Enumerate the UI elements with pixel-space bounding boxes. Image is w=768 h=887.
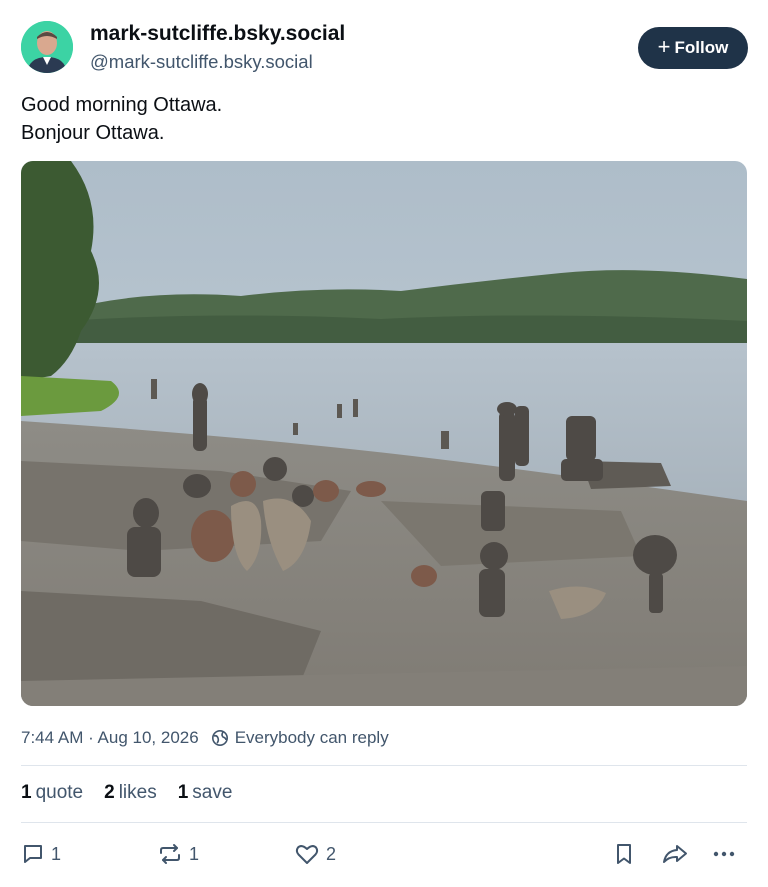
divider [21, 822, 747, 823]
handle[interactable]: @mark-sutcliffe.bsky.social [90, 51, 313, 73]
reply-setting: Everybody can reply [234, 728, 389, 747]
rock-cairns-photo [21, 161, 747, 706]
action-bar: 1 1 2 [21, 838, 747, 870]
repost-count: 1 [189, 843, 200, 864]
bookmark-button[interactable] [613, 838, 635, 870]
post-line: Bonjour Ottawa. [21, 122, 165, 144]
likes-label: likes [118, 782, 157, 803]
repost-icon [160, 844, 180, 864]
likes-stat[interactable]: 2 likes [104, 782, 157, 804]
saves-label: save [192, 782, 233, 803]
avatar-image [21, 21, 73, 73]
reply-icon [24, 845, 42, 863]
divider [21, 765, 747, 766]
follow-button[interactable]: + Follow [638, 27, 748, 69]
quotes-label: quote [35, 782, 84, 803]
post-meta: 7:44 AM · Aug 10, 2026 Everybody can rep… [21, 728, 389, 748]
quotes-stat[interactable]: 1 quote [21, 782, 83, 804]
more-icon [713, 851, 735, 857]
follow-label: Follow [674, 38, 729, 57]
avatar[interactable] [21, 21, 73, 73]
display-name[interactable]: mark-sutcliffe.bsky.social [90, 22, 345, 46]
post-line: Good morning Ottawa. [21, 94, 223, 116]
plus-icon: + [657, 34, 671, 59]
repost-button[interactable]: 1 [157, 838, 199, 870]
like-button[interactable]: 2 [294, 838, 336, 870]
post-stats: 1 quote 2 likes 1 save [21, 782, 232, 804]
bookmark-icon [617, 844, 631, 864]
like-count: 2 [326, 843, 337, 864]
timestamp[interactable]: 7:44 AM · Aug 10, 2026 [21, 728, 199, 748]
reply-count: 1 [51, 843, 62, 864]
quotes-count: 1 [21, 782, 32, 803]
post-text: Good morning Ottawa. Bonjour Ottawa. [21, 91, 222, 147]
saves-stat[interactable]: 1 save [178, 782, 233, 804]
post-image[interactable] [21, 161, 747, 706]
saves-count: 1 [177, 782, 189, 803]
like-icon [295, 845, 319, 864]
share-button[interactable] [661, 838, 689, 870]
reply-button[interactable]: 1 [21, 838, 61, 870]
likes-count: 2 [104, 782, 115, 803]
more-button[interactable] [711, 838, 737, 870]
share-icon [663, 845, 687, 863]
globe-icon [211, 729, 229, 747]
